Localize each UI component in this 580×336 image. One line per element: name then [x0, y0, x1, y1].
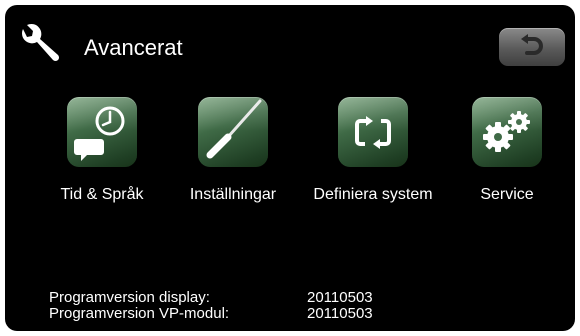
back-arrow-icon [521, 34, 543, 55]
cycle-arrows-icon [355, 116, 391, 149]
clock-speech-icon [74, 106, 125, 161]
wrench-icon [17, 20, 63, 66]
page-title: Avancerat [84, 35, 183, 60]
info-label: Programversion VP-modul: [49, 305, 230, 322]
gears-icon [483, 111, 530, 152]
installningar-tile[interactable] [198, 97, 268, 167]
app-label: Definiera system [313, 186, 433, 203]
app-label: Service [480, 186, 534, 203]
app-installningar[interactable]: Inställningar [171, 97, 295, 204]
screwdriver-icon [206, 99, 262, 159]
screen: Avancerat Tid & Språk Inställningar Defi… [5, 5, 575, 331]
info-label: Programversion display: [49, 289, 210, 306]
app-service[interactable]: Service [446, 97, 568, 204]
info-value: 20110503 [307, 305, 373, 322]
app-definiera-system[interactable]: Definiera system [298, 97, 448, 204]
app-tid-sprak[interactable]: Tid & Språk [40, 97, 164, 204]
app-label: Tid & Språk [60, 186, 144, 203]
info-value: 20110503 [307, 289, 373, 306]
service-tile[interactable] [472, 97, 542, 167]
back-button[interactable] [499, 28, 565, 66]
tid-sprak-tile[interactable] [67, 97, 137, 167]
definiera-system-tile[interactable] [338, 97, 408, 167]
app-label: Inställningar [189, 186, 277, 203]
